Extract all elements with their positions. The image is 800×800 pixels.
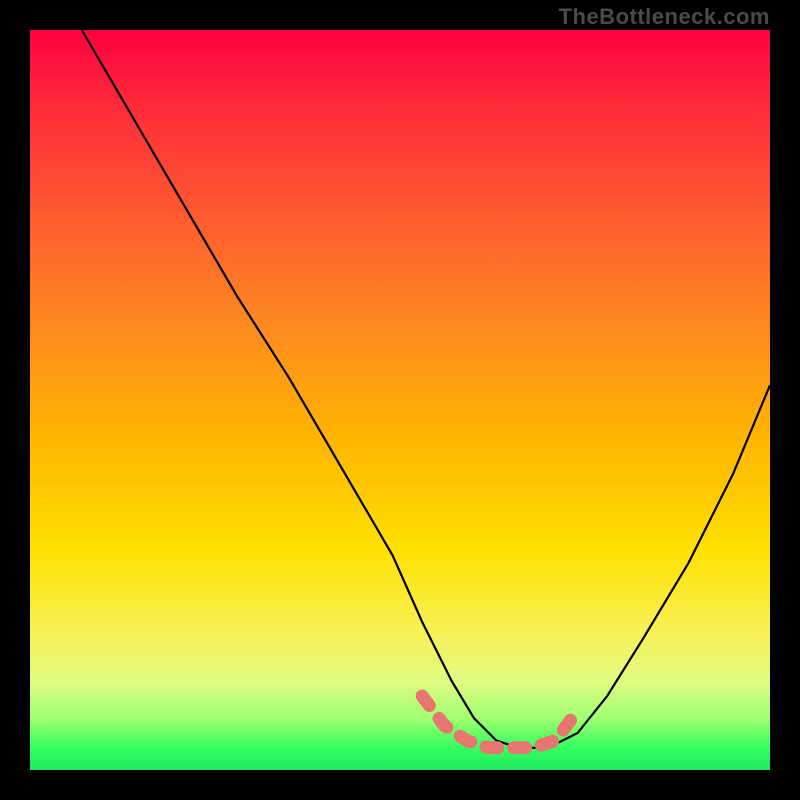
plot-area — [30, 30, 770, 770]
chart-stage: TheBottleneck.com — [0, 0, 800, 800]
highlight-segment — [422, 696, 577, 748]
curve-layer — [30, 30, 770, 770]
watermark-text: TheBottleneck.com — [559, 4, 770, 30]
bottleneck-curve — [82, 30, 770, 748]
